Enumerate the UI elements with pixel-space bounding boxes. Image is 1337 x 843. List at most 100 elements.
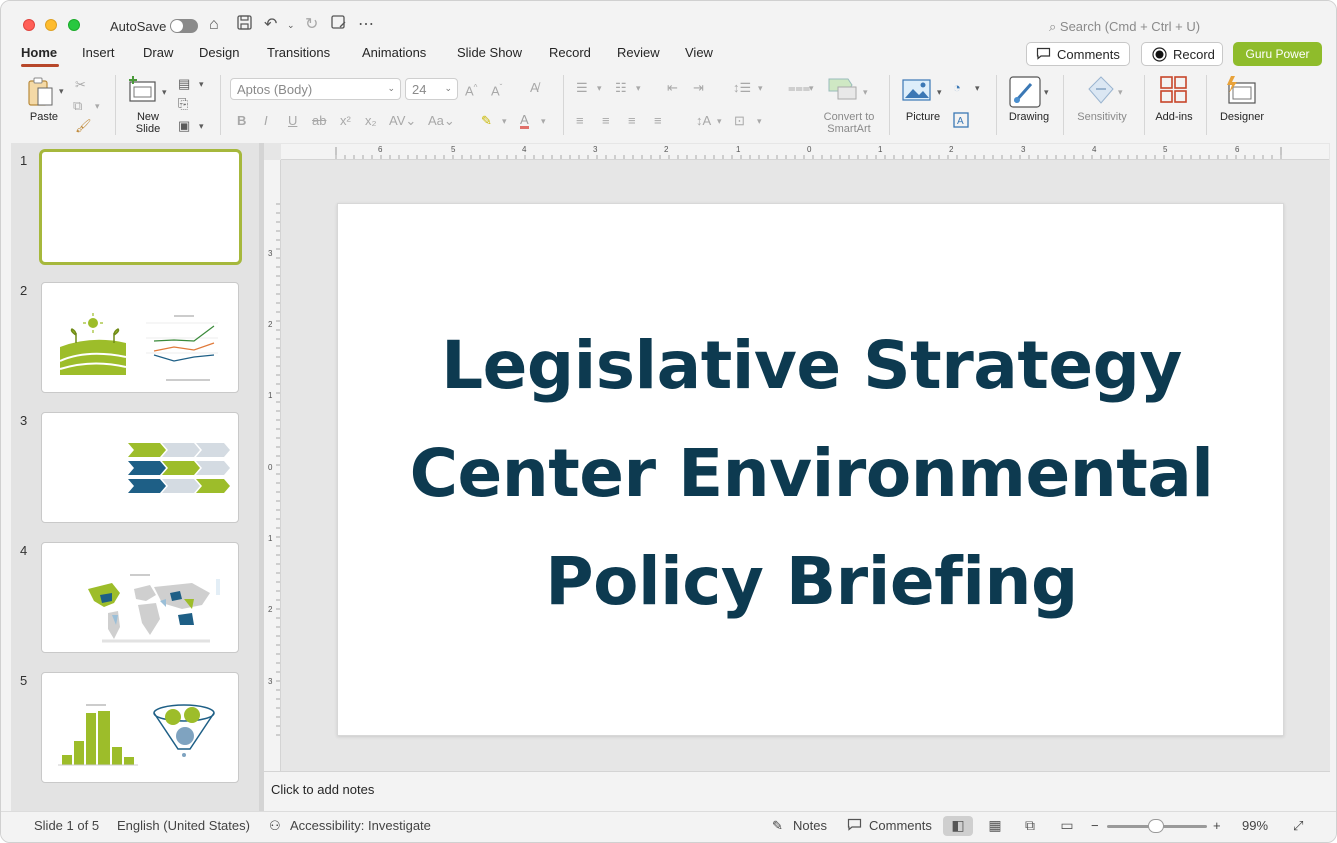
picture-icon[interactable] (902, 78, 932, 106)
subscript-icon[interactable]: x₂ (365, 113, 377, 129)
copy-icon[interactable]: ⧉ (73, 98, 82, 114)
tab-slide-show[interactable]: Slide Show (457, 45, 522, 60)
zoom-slider-thumb[interactable] (1148, 819, 1164, 833)
notes-icon[interactable]: ✎ (772, 818, 783, 834)
align-right-icon[interactable]: ≡ (628, 113, 636, 129)
slide-thumbnail-3[interactable] (41, 412, 239, 523)
home-icon[interactable]: ⌂ (209, 15, 219, 35)
font-name-select[interactable]: Aptos (Body) ⌄ (230, 78, 401, 100)
decrease-indent-icon[interactable]: ⇤ (667, 80, 678, 96)
slide-show-view-icon[interactable]: ▭ (1052, 816, 1082, 836)
close-window-button[interactable] (23, 19, 35, 31)
search-field[interactable]: ⌕ Search (Cmd + Ctrl + U) (1049, 19, 1200, 35)
numbering-icon[interactable]: ☷ (615, 80, 627, 96)
comments-button[interactable]: Comments (1026, 42, 1130, 66)
zoom-in-icon[interactable]: + (1213, 818, 1221, 833)
smartart-dropdown-icon[interactable]: ▾ (863, 84, 868, 100)
guru-power-button[interactable]: Guru Power (1233, 42, 1322, 66)
columns-dropdown-icon[interactable]: ▾ (809, 80, 814, 96)
strikethrough-icon[interactable]: ab (312, 113, 326, 129)
slide-thumbnail-2[interactable] (41, 282, 239, 393)
notes-pane[interactable]: Click to add notes (264, 771, 1330, 811)
justify-icon[interactable]: ≡ (654, 113, 662, 129)
accessibility-status[interactable]: Accessibility: Investigate (290, 818, 431, 833)
format-painter-icon[interactable]: 🖌︎ (75, 118, 92, 134)
tab-record[interactable]: Record (549, 45, 591, 60)
smartart-icon[interactable] (828, 77, 860, 105)
text-box-icon[interactable]: A (953, 112, 969, 132)
font-size-select[interactable]: 24 ⌄ (405, 78, 458, 100)
highlight-color-icon[interactable]: ✎ (481, 113, 492, 129)
more-options-icon[interactable]: ⋯ (358, 15, 374, 35)
bold-icon[interactable]: B (237, 113, 246, 129)
slide-canvas[interactable]: Legislative Strategy Center Environmenta… (337, 203, 1284, 736)
zoom-out-icon[interactable]: − (1091, 818, 1099, 833)
text-direction-icon[interactable]: ↕A (696, 113, 711, 129)
slide-thumbnail-5[interactable] (41, 672, 239, 783)
undo-icon[interactable]: ↶ (264, 15, 277, 35)
slide-title-textbox[interactable]: Legislative Strategy Center Environmenta… (378, 312, 1245, 636)
slide-sorter-view-icon[interactable]: ▦ (980, 816, 1010, 836)
align-text-icon[interactable]: ⊡ (734, 113, 745, 129)
slide-thumbnail-1[interactable] (39, 149, 242, 265)
zoom-level[interactable]: 99% (1242, 818, 1268, 833)
line-spacing-icon[interactable]: ↕☰ (733, 80, 751, 96)
shapes-dropdown-icon[interactable]: ▾ (975, 80, 980, 96)
minimize-window-button[interactable] (45, 19, 57, 31)
save-as-icon[interactable] (331, 15, 346, 36)
copy-dropdown-icon[interactable]: ▾ (95, 98, 100, 114)
highlight-dropdown-icon[interactable]: ▾ (502, 113, 507, 129)
shapes-icon[interactable]: ◔ (953, 80, 961, 96)
slide-thumbnail-4[interactable] (41, 542, 239, 653)
character-spacing-icon[interactable]: AV⌄ (389, 113, 416, 129)
increase-indent-icon[interactable]: ⇥ (693, 80, 704, 96)
add-ins-icon[interactable] (1160, 76, 1188, 108)
drawing-dropdown-icon[interactable]: ▾ (1044, 84, 1049, 100)
record-button[interactable]: Record (1141, 42, 1223, 66)
clear-formatting-icon[interactable]: A̸ (530, 80, 539, 96)
designer-icon[interactable] (1225, 75, 1257, 109)
picture-dropdown-icon[interactable]: ▾ (937, 84, 942, 100)
tab-review[interactable]: Review (617, 45, 660, 60)
normal-view-icon[interactable]: ◧ (943, 816, 973, 836)
tab-transitions[interactable]: Transitions (267, 45, 330, 60)
reading-view-icon[interactable]: ⧉ (1015, 816, 1045, 836)
change-case-icon[interactable]: Aa⌄ (428, 113, 455, 129)
redo-icon[interactable]: ↻ (305, 15, 318, 35)
section-dropdown-icon[interactable]: ▾ (199, 118, 204, 134)
layout-icon[interactable]: ▤ (178, 76, 190, 92)
save-icon[interactable] (237, 15, 252, 36)
italic-icon[interactable]: I (264, 113, 268, 129)
zoom-window-button[interactable] (68, 19, 80, 31)
text-direction-dropdown-icon[interactable]: ▾ (717, 113, 722, 129)
decrease-font-size-icon[interactable]: Aˇ (491, 80, 502, 99)
cut-icon[interactable]: ✂ (75, 77, 86, 93)
sensitivity-icon[interactable] (1087, 75, 1115, 109)
font-color-icon[interactable]: A (520, 113, 529, 129)
paste-icon[interactable] (26, 76, 56, 112)
increase-font-size-icon[interactable]: A^ (465, 80, 477, 99)
new-slide-dropdown-icon[interactable]: ▾ (162, 84, 167, 100)
tab-animations[interactable]: Animations (362, 45, 426, 60)
tab-view[interactable]: View (685, 45, 713, 60)
layout-dropdown-icon[interactable]: ▾ (199, 76, 204, 92)
new-slide-icon[interactable] (127, 75, 157, 107)
line-spacing-dropdown-icon[interactable]: ▾ (758, 80, 763, 96)
paste-dropdown-icon[interactable]: ▾ (59, 83, 64, 99)
reset-slide-icon[interactable]: ⎘ (178, 96, 188, 112)
comments-toggle[interactable]: Comments (869, 818, 932, 833)
numbering-dropdown-icon[interactable]: ▾ (636, 80, 641, 96)
notes-toggle[interactable]: Notes (793, 818, 827, 833)
fit-to-window-icon[interactable]: ⤢ (1293, 818, 1303, 834)
tab-design[interactable]: Design (199, 45, 239, 60)
undo-dropdown-icon[interactable]: ⌄ (287, 15, 295, 35)
language-indicator[interactable]: English (United States) (117, 818, 250, 833)
font-color-dropdown-icon[interactable]: ▾ (541, 113, 546, 129)
autosave-toggle[interactable] (170, 19, 198, 33)
notes-placeholder[interactable]: Click to add notes (271, 782, 374, 797)
align-left-icon[interactable]: ≡ (576, 113, 584, 129)
drawing-icon[interactable] (1009, 76, 1041, 112)
accessibility-icon[interactable]: ⚇ (269, 818, 281, 834)
align-center-icon[interactable]: ≡ (602, 113, 610, 129)
tab-home[interactable]: Home (21, 45, 57, 60)
